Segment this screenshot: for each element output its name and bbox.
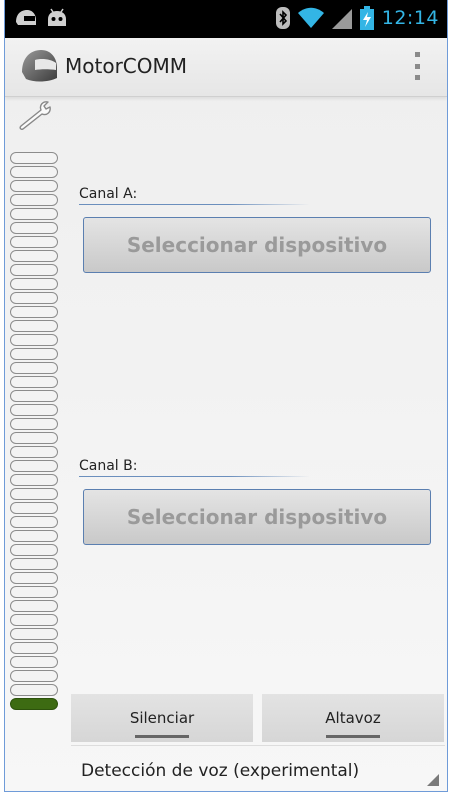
speaker-button[interactable]: Altavoz	[262, 694, 444, 742]
action-bar: MotorCOMM	[5, 38, 447, 97]
meter-segment	[10, 320, 58, 332]
meter-segment	[10, 180, 58, 192]
channel-a-label: Canal A:	[79, 186, 309, 205]
meter-segment	[10, 698, 58, 710]
meter-segment	[10, 376, 58, 388]
channel-b-label: Canal B:	[79, 458, 309, 477]
app-title: MotorCOMM	[65, 54, 188, 78]
voice-detection-label: Detección de voz (experimental)	[81, 761, 360, 781]
meter-segment	[10, 334, 58, 346]
android-notification-icon	[48, 8, 66, 26]
meter-segment	[10, 586, 58, 598]
meter-segment	[10, 362, 58, 374]
meter-segment	[10, 222, 58, 234]
meter-segment	[10, 236, 58, 248]
meter-segment	[10, 306, 58, 318]
meter-segment	[10, 670, 58, 682]
battery-charging-icon	[359, 6, 374, 30]
meter-segment	[10, 614, 58, 626]
mute-button[interactable]: Silenciar	[71, 694, 253, 742]
meter-segment	[10, 460, 58, 472]
meter-segment	[10, 516, 58, 528]
meter-segment	[10, 656, 58, 668]
voice-level-meter	[10, 152, 60, 712]
mute-button-label: Silenciar	[129, 709, 195, 727]
meter-segment	[10, 684, 58, 696]
meter-segment	[10, 558, 58, 570]
helmet-notification-icon	[16, 10, 36, 25]
voice-detection-spinner[interactable]: Detección de voz (experimental)	[71, 745, 445, 791]
meter-segment	[10, 166, 58, 178]
meter-segment	[10, 488, 58, 500]
meter-segment	[10, 250, 58, 262]
meter-segment	[10, 642, 58, 654]
meter-segment	[10, 502, 58, 514]
bluetooth-icon	[275, 7, 290, 29]
channel-b-select-device-button[interactable]: Seleccionar dispositivo	[83, 489, 431, 545]
meter-segment	[10, 390, 58, 402]
overflow-menu-icon[interactable]	[415, 52, 421, 80]
meter-segment	[10, 404, 58, 416]
meter-segment	[10, 432, 58, 444]
meter-segment	[10, 474, 58, 486]
meter-segment	[10, 194, 58, 206]
meter-segment	[10, 572, 58, 584]
meter-segment	[10, 544, 58, 556]
meter-segment	[10, 628, 58, 640]
meter-segment	[10, 600, 58, 612]
meter-segment	[10, 292, 58, 304]
status-time: 12:14	[381, 7, 439, 29]
signal-icon	[331, 9, 352, 29]
helmet-icon[interactable]	[19, 46, 59, 86]
app-window: 12:14 MotorCOMM Canal A: Seleccionar dis…	[4, 0, 448, 792]
meter-segment	[10, 530, 58, 542]
meter-segment	[10, 418, 58, 430]
spinner-corner-icon	[427, 774, 439, 786]
status-bar: 12:14	[5, 0, 447, 38]
mute-indicator	[135, 735, 189, 738]
meter-segment	[10, 152, 58, 164]
meter-segment	[10, 348, 58, 360]
speaker-button-label: Altavoz	[325, 709, 381, 727]
speaker-indicator	[326, 735, 380, 738]
meter-segment	[10, 446, 58, 458]
meter-segment	[10, 264, 58, 276]
channel-a-select-device-button[interactable]: Seleccionar dispositivo	[83, 217, 431, 273]
wifi-icon	[297, 7, 324, 28]
meter-segment	[10, 278, 58, 290]
meter-segment	[10, 208, 58, 220]
wrench-icon[interactable]	[17, 100, 57, 130]
